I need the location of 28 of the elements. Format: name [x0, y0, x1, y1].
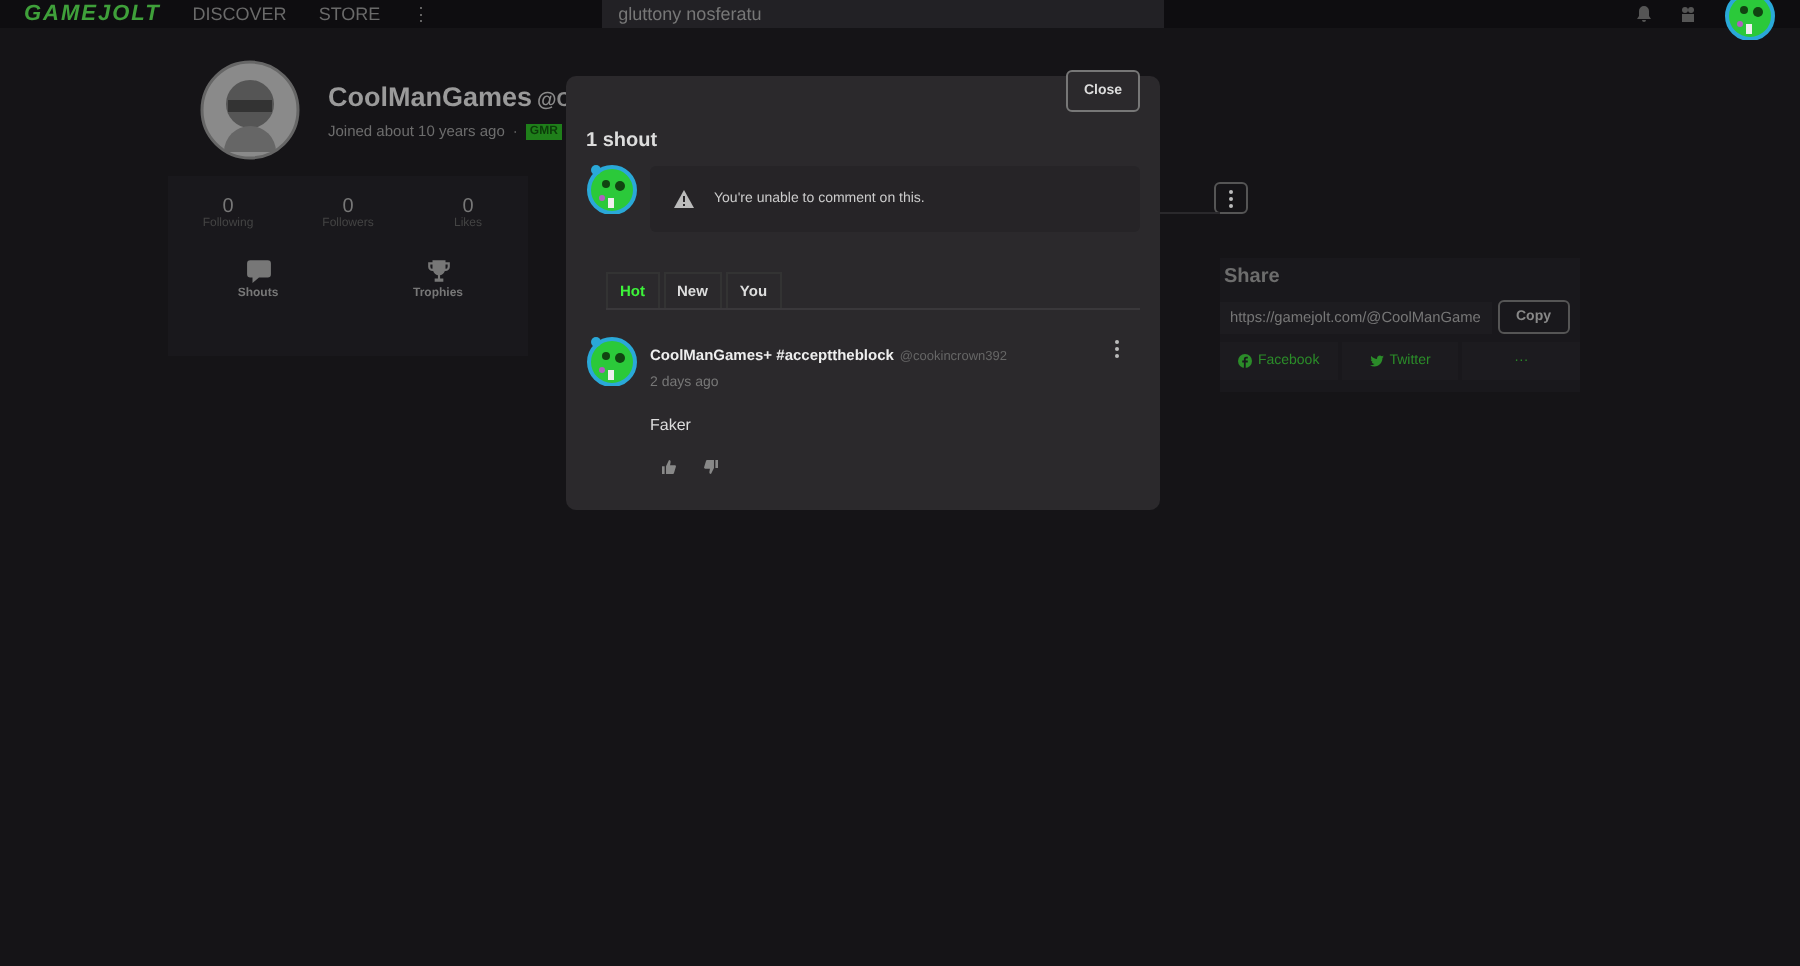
kebab-icon [1114, 340, 1120, 358]
profile-name: CoolManGames [328, 82, 533, 112]
kebab-icon [1228, 189, 1234, 207]
modal-title: 1 shout [586, 130, 660, 152]
stat-value: 0 [342, 196, 354, 218]
thumbs-up-icon[interactable] [662, 460, 676, 474]
people-icon[interactable] [1680, 6, 1696, 22]
logo[interactable]: GAMEJOLT [24, 2, 161, 26]
stat-value: 0 [222, 196, 234, 218]
user-avatar [586, 162, 638, 214]
bird-icon [1369, 354, 1384, 368]
more-button[interactable] [1214, 182, 1248, 214]
speech-bubble-icon [245, 258, 271, 284]
more-menu[interactable]: ⋮ [412, 4, 431, 24]
search-field[interactable]: gluttony nosferatu [602, 0, 1165, 28]
facebook-icon [1237, 354, 1252, 368]
profile-avatar [200, 60, 300, 160]
stat-value: 0 [462, 196, 474, 218]
trophy-icon [425, 258, 451, 284]
thumbs-down-icon[interactable] [704, 460, 718, 474]
warning-icon [674, 190, 694, 208]
share-title: Share [1222, 266, 1282, 288]
user-avatar [1724, 0, 1776, 40]
nav-link[interactable]: DISCOVER [192, 4, 287, 24]
comment-text: Faker [650, 416, 693, 434]
bell-icon[interactable] [1636, 6, 1652, 22]
nav-link[interactable]: STORE [318, 4, 381, 24]
commenter-avatar [586, 334, 638, 386]
